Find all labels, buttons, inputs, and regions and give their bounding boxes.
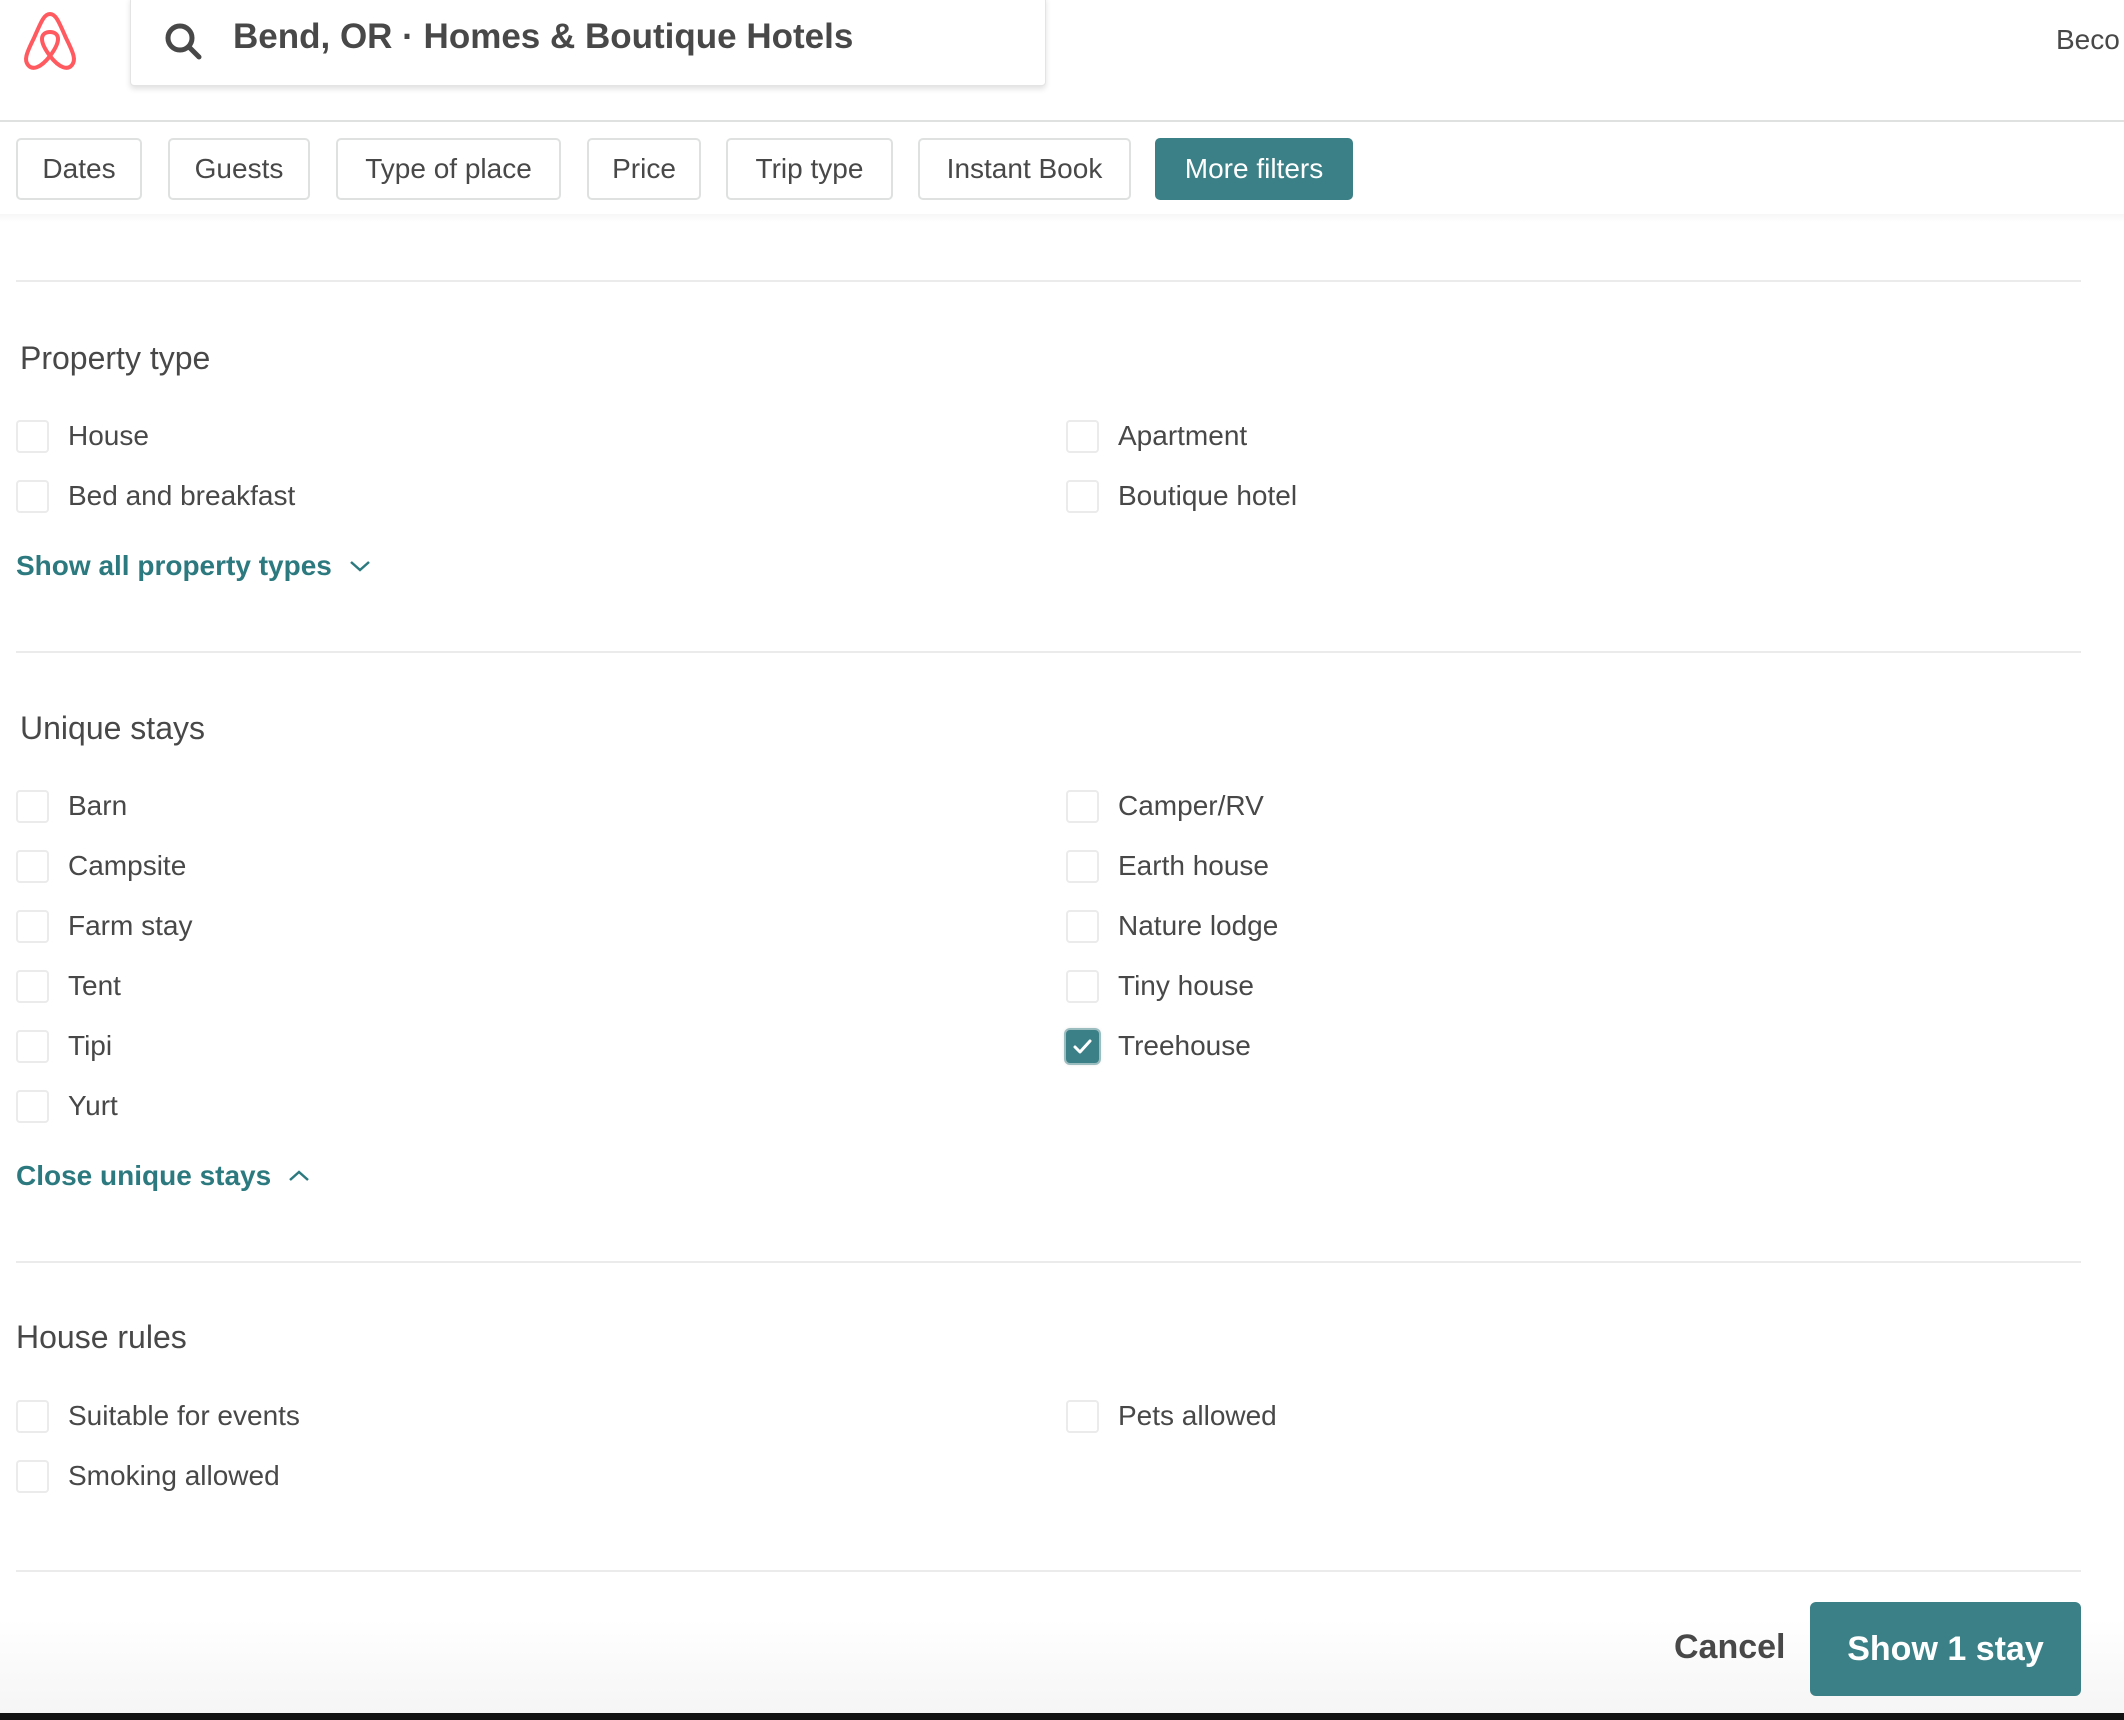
checkbox[interactable] (16, 479, 49, 513)
checkbox-item-nature-lodge[interactable]: Nature lodge (1066, 906, 1278, 946)
search-bar[interactable]: Bend, OR · Homes & Boutique Hotels (130, 0, 1046, 86)
checkbox-item-yurt[interactable]: Yurt (16, 1086, 118, 1126)
checkbox[interactable] (16, 419, 49, 453)
close-unique-stays-label: Close unique stays (16, 1160, 272, 1191)
checkbox-item-boutique-hotel[interactable]: Boutique hotel (1066, 476, 1297, 516)
checkbox[interactable] (1066, 419, 1099, 453)
checkbox-label: Farm stay (68, 910, 193, 941)
show-all-property-types-link[interactable]: Show all property types (16, 550, 372, 582)
checkbox-item-treehouse[interactable]: Treehouse (1066, 1026, 1251, 1066)
checkbox[interactable] (16, 1029, 49, 1063)
section-title-unique-stays: Unique stays (20, 710, 205, 746)
checkbox-label: Tent (68, 970, 121, 1001)
divider (16, 1261, 2081, 1263)
checkbox-label: Nature lodge (1118, 910, 1279, 941)
filter-instant-book-button[interactable]: Instant Book (918, 138, 1131, 200)
search-icon (165, 23, 202, 60)
cancel-button[interactable]: Cancel (1674, 1628, 1786, 1667)
divider (16, 280, 2081, 282)
checkbox[interactable] (16, 1459, 49, 1493)
window-bottom-edge (0, 1713, 2124, 1720)
checkbox-label: Treehouse (1118, 1030, 1251, 1061)
checkbox-item-house[interactable]: House (16, 416, 149, 456)
checkbox-label: Barn (68, 790, 128, 821)
checkbox-label: Tiny house (1118, 970, 1254, 1001)
checkbox[interactable] (16, 789, 49, 823)
checkbox[interactable] (1066, 909, 1099, 943)
footer-background (0, 1620, 2124, 1714)
become-host-link[interactable]: Beco (2056, 24, 2120, 56)
checkbox[interactable] (1066, 479, 1099, 513)
filter-more-filters-button[interactable]: More filters (1155, 138, 1353, 200)
filter-price-button[interactable]: Price (587, 138, 701, 200)
checkbox-item-barn[interactable]: Barn (16, 786, 127, 826)
section-title-house-rules: House rules (16, 1319, 187, 1355)
checkbox-item-pets-allowed[interactable]: Pets allowed (1066, 1396, 1277, 1436)
close-unique-stays-link[interactable]: Close unique stays (16, 1160, 311, 1192)
chevron-down-icon (350, 561, 370, 572)
checkbox-item-earth-house[interactable]: Earth house (1066, 846, 1269, 886)
checkbox-label: Yurt (68, 1090, 118, 1121)
checkmark-icon (1073, 1039, 1092, 1053)
checkbox[interactable] (1066, 849, 1099, 883)
checkbox-label: Camper/RV (1118, 790, 1264, 821)
checkbox-item-smoking-allowed[interactable]: Smoking allowed (16, 1456, 280, 1496)
checkbox-label: Suitable for events (68, 1400, 300, 1431)
checkbox-label: Apartment (1118, 420, 1248, 451)
checkbox-item-camper-rv[interactable]: Camper/RV (1066, 786, 1264, 826)
checkbox-label: House (68, 420, 149, 451)
checkbox-item-tent[interactable]: Tent (16, 966, 121, 1006)
filter-type-of-place-button[interactable]: Type of place (336, 138, 561, 200)
airbnb-logo-icon[interactable] (20, 10, 80, 72)
checkbox-item-tipi[interactable]: Tipi (16, 1026, 112, 1066)
checkbox-item-suitable-for-events[interactable]: Suitable for events (16, 1396, 300, 1436)
search-query[interactable]: Bend, OR · Homes & Boutique Hotels (233, 17, 853, 57)
chevron-up-icon (289, 1170, 310, 1181)
checkbox[interactable] (16, 1399, 49, 1433)
section-title-property-type: Property type (20, 340, 211, 376)
filter-dates-button[interactable]: Dates (16, 138, 142, 200)
checkbox-item-farm-stay[interactable]: Farm stay (16, 906, 192, 946)
filter-trip-type-button[interactable]: Trip type (726, 138, 893, 200)
checkbox[interactable] (16, 969, 49, 1003)
show-all-property-types-label: Show all property types (16, 550, 332, 581)
checkbox[interactable] (16, 849, 49, 883)
checkbox-label: Campsite (68, 850, 187, 881)
checkbox[interactable] (1066, 1399, 1099, 1433)
checkbox-label: Tipi (68, 1030, 113, 1061)
filter-bar-shadow (0, 214, 2124, 222)
checkbox-item-bed-and-breakfast[interactable]: Bed and breakfast (16, 476, 295, 516)
checkbox-item-tiny-house[interactable]: Tiny house (1066, 966, 1254, 1006)
checkbox[interactable] (16, 909, 49, 943)
checkbox-item-apartment[interactable]: Apartment (1066, 416, 1247, 456)
divider (16, 1570, 2081, 1572)
checkbox[interactable] (1066, 969, 1099, 1003)
checkbox-checked[interactable] (1066, 1029, 1099, 1063)
checkbox-label: Bed and breakfast (68, 480, 296, 511)
header: Bend, OR · Homes & Boutique Hotels Beco (0, 0, 2124, 122)
divider (16, 651, 2081, 653)
show-results-button[interactable]: Show 1 stay (1810, 1602, 2081, 1696)
filter-guests-button[interactable]: Guests (168, 138, 310, 200)
checkbox-label: Boutique hotel (1118, 480, 1298, 511)
checkbox-item-campsite[interactable]: Campsite (16, 846, 186, 886)
checkbox[interactable] (1066, 789, 1099, 823)
checkbox-label: Earth house (1118, 850, 1269, 881)
checkbox-label: Smoking allowed (68, 1460, 280, 1491)
checkbox-label: Pets allowed (1118, 1400, 1277, 1431)
checkbox[interactable] (16, 1089, 49, 1123)
